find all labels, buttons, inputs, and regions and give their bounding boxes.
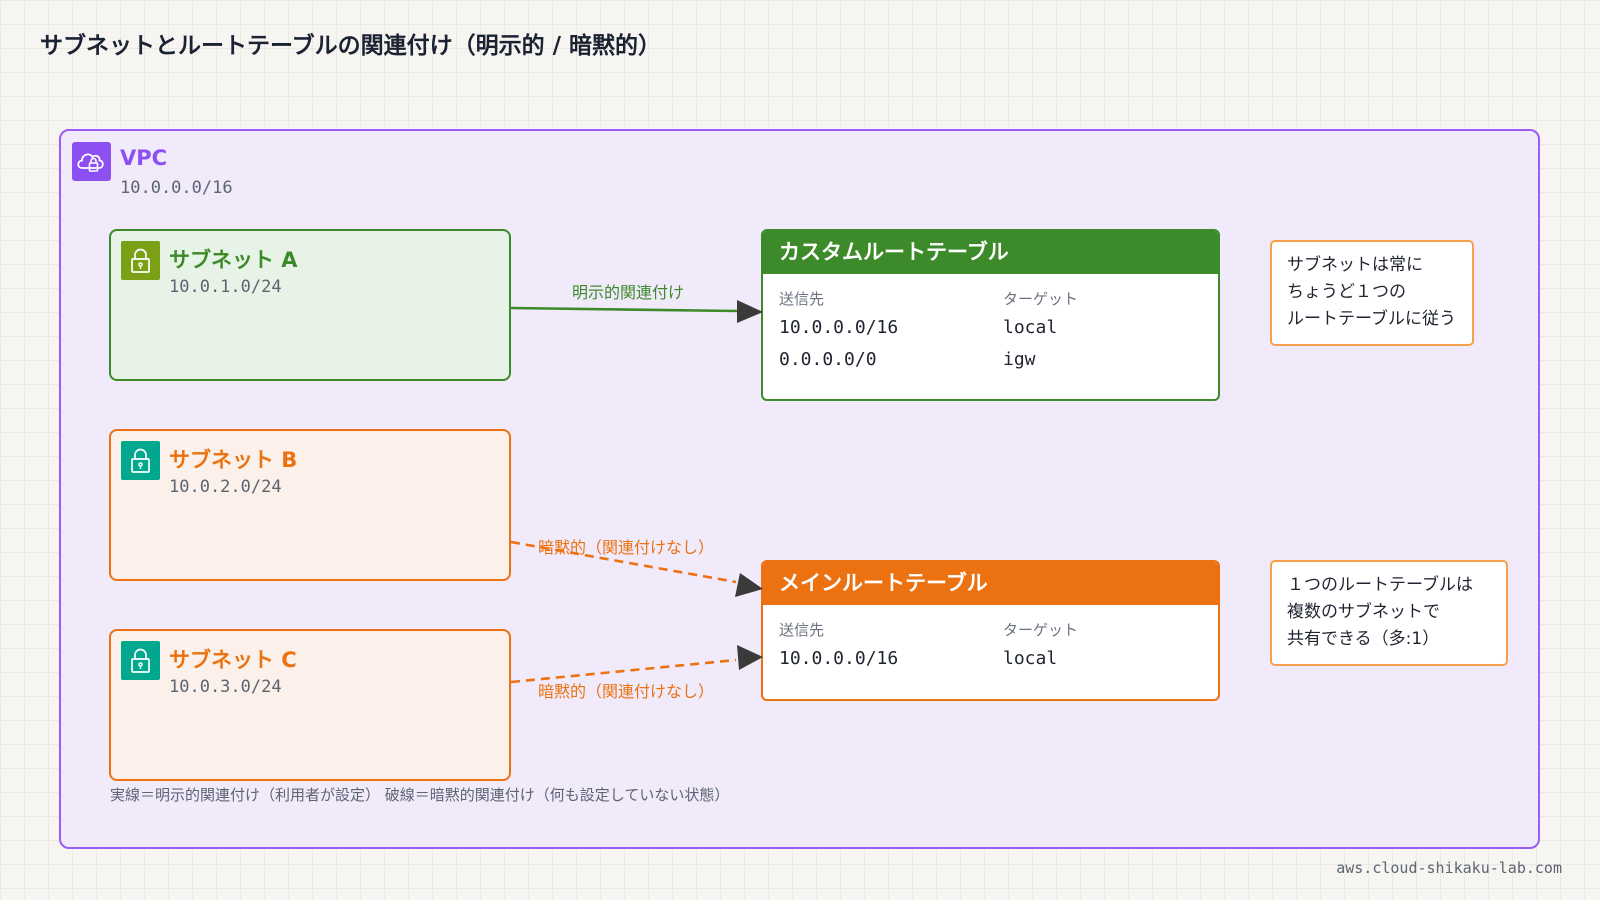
implicit-association-label: 暗黙的（関連付けなし） xyxy=(538,538,715,557)
arrowhead xyxy=(735,573,763,597)
association-arrows xyxy=(510,300,763,684)
site-url: aws.cloud-shikaku-lab.com xyxy=(1336,859,1562,877)
legend: 実線＝明示的関連付け（利用者が設定） 破線＝暗黙的関連付け（何も設定していない状… xyxy=(110,786,730,804)
explicit-association-arrow xyxy=(510,306,739,313)
arrowhead xyxy=(737,645,763,670)
implicit-association-label: 暗黙的（関連付けなし） xyxy=(538,682,715,701)
arrowhead xyxy=(737,300,763,323)
explicit-association-label: 明示的関連付け xyxy=(572,283,685,302)
